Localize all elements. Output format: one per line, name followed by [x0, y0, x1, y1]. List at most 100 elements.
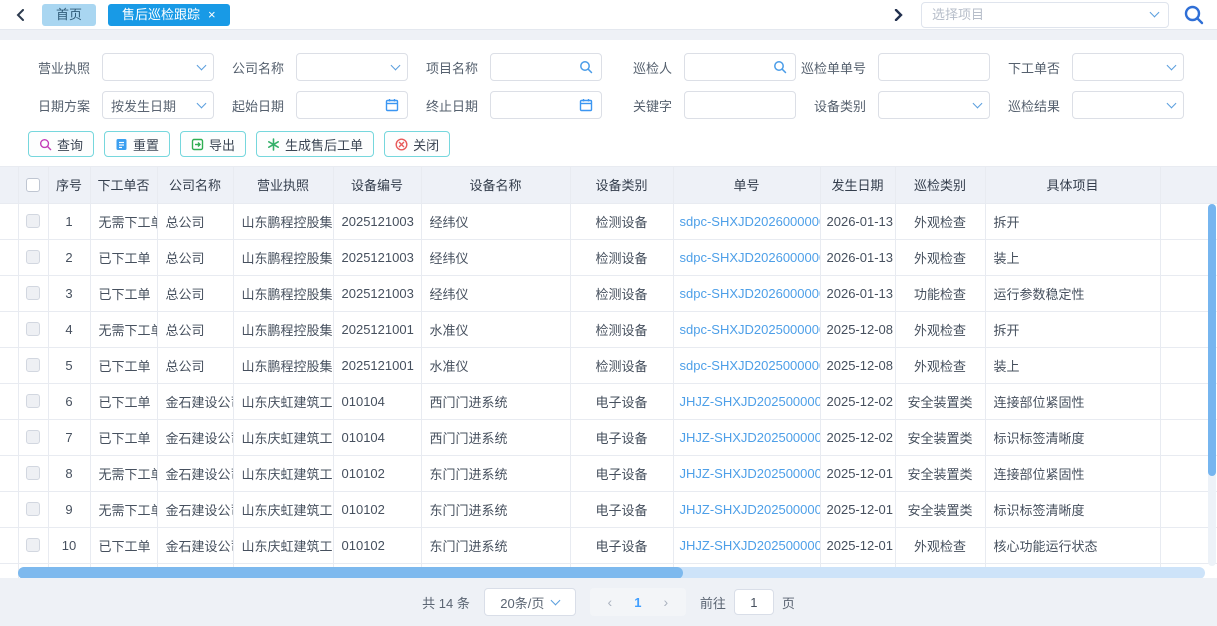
filter-input[interactable]	[499, 98, 575, 113]
generate-workorder-button[interactable]: 生成售后工单	[256, 131, 374, 157]
filter-input[interactable]	[111, 60, 194, 75]
text-field[interactable]	[878, 53, 990, 81]
row-checkbox[interactable]	[26, 538, 40, 552]
pagination-bar: 共 14 条 20条/页 ‹ 1 › 前往 页	[0, 578, 1217, 626]
global-search-icon[interactable]	[1183, 4, 1205, 26]
select-all-checkbox[interactable]	[26, 178, 40, 192]
order-number-link[interactable]: sdpc-SHXJD20250000003	[680, 358, 821, 373]
order-number-link[interactable]: sdpc-SHXJD20260000001	[680, 250, 821, 265]
order-number-link[interactable]: JHJZ-SHXJD20250000002	[680, 466, 821, 481]
date-field[interactable]	[296, 91, 408, 119]
table-cell: 装上	[985, 239, 1160, 275]
table-cell: 山东鹏程控股集团有	[233, 311, 333, 347]
order-number-link[interactable]: JHJZ-SHXJD20250000002	[680, 538, 821, 553]
table-cell: 无需下工单	[90, 311, 157, 347]
table-cell: 010102	[333, 491, 421, 527]
vertical-scrollbar[interactable]	[1208, 204, 1216, 566]
row-checkbox[interactable]	[26, 322, 40, 336]
row-checkbox[interactable]	[26, 358, 40, 372]
select-field[interactable]	[102, 91, 214, 119]
row-checkbox[interactable]	[26, 466, 40, 480]
filter-item: 巡检单单号	[796, 53, 990, 81]
filter-input[interactable]	[1081, 60, 1164, 75]
filter-input[interactable]	[499, 60, 575, 75]
filter-input[interactable]	[305, 98, 381, 113]
current-page-button[interactable]: 1	[624, 595, 652, 610]
filter-input[interactable]	[1081, 98, 1164, 113]
select-field[interactable]	[1072, 91, 1184, 119]
order-number-link[interactable]: JHJZ-SHXJD20250000003	[680, 394, 821, 409]
tab-home[interactable]: 首页	[42, 4, 96, 26]
search-field[interactable]	[684, 53, 796, 81]
filter-input[interactable]	[887, 60, 981, 75]
chevron-down-icon	[1168, 104, 1175, 107]
order-number-link[interactable]: sdpc-SHXJD20260000001	[680, 214, 821, 229]
table-cell: sdpc-SHXJD20260000001	[673, 239, 820, 275]
table-cell: 连接部位紧固性	[985, 455, 1160, 491]
order-number-link[interactable]: JHJZ-SHXJD20250000003	[680, 430, 821, 445]
filter-input[interactable]	[693, 98, 787, 113]
tabs-scroll-right-icon[interactable]	[889, 6, 907, 24]
table-cell: 010102	[333, 455, 421, 491]
filter-label: 起始日期	[214, 96, 284, 115]
gutter-cell	[0, 419, 18, 455]
select-field[interactable]	[1072, 53, 1184, 81]
column-header: 设备名称	[421, 167, 570, 203]
order-number-link[interactable]: sdpc-SHXJD20250000003	[680, 322, 821, 337]
close-button[interactable]: 关闭	[384, 131, 450, 157]
table-row: 6已下工单金石建设公司山东庆虹建筑工程有010104西门门进系统电子设备JHJZ…	[0, 383, 1217, 419]
chevron-down-icon	[1150, 8, 1160, 18]
row-checkbox[interactable]	[26, 250, 40, 264]
filter-input[interactable]	[693, 60, 769, 75]
button-label: 生成售后工单	[285, 135, 363, 154]
row-checkbox[interactable]	[26, 286, 40, 300]
horizontal-scrollbar[interactable]	[18, 567, 1205, 578]
project-select[interactable]	[921, 2, 1169, 28]
table-cell: 2025121001	[333, 347, 421, 383]
gutter-cell	[0, 275, 18, 311]
row-checkbox[interactable]	[26, 502, 40, 516]
row-checkbox[interactable]	[26, 394, 40, 408]
table-cell: 10	[48, 527, 90, 563]
next-page-button[interactable]: ›	[652, 594, 680, 610]
prev-page-button[interactable]: ‹	[596, 594, 624, 610]
table-cell: 电子设备	[570, 383, 673, 419]
gutter-column	[0, 167, 18, 203]
filter-input[interactable]	[887, 98, 970, 113]
filter-input[interactable]	[305, 60, 388, 75]
table-cell: 金石建设公司	[157, 527, 233, 563]
gutter-cell	[0, 203, 18, 239]
row-checkbox[interactable]	[26, 430, 40, 444]
gutter-cell	[0, 239, 18, 275]
page-size-select[interactable]: 20条/页	[484, 588, 576, 616]
export-icon	[191, 138, 204, 151]
filter-input[interactable]	[111, 98, 194, 113]
table-cell: 无需下工单	[90, 455, 157, 491]
text-field[interactable]	[684, 91, 796, 119]
table-cell: 西门门进系统	[421, 383, 570, 419]
search-field[interactable]	[490, 53, 602, 81]
order-number-link[interactable]: sdpc-SHXJD20260000001	[680, 286, 821, 301]
horizontal-scrollbar-thumb[interactable]	[18, 567, 683, 578]
select-field[interactable]	[102, 53, 214, 81]
project-select-input[interactable]	[932, 7, 1151, 22]
tabs-scroll-left-icon[interactable]	[12, 6, 30, 24]
select-field[interactable]	[296, 53, 408, 81]
table-cell: 东门门进系统	[421, 491, 570, 527]
date-field[interactable]	[490, 91, 602, 119]
total-count-label: 共 14 条	[422, 593, 470, 612]
export-button[interactable]: 导出	[180, 131, 246, 157]
reset-button[interactable]: 重置	[104, 131, 170, 157]
select-field[interactable]	[878, 91, 990, 119]
table-cell: 1	[48, 203, 90, 239]
tab-close-icon[interactable]: ×	[208, 9, 216, 21]
table-cell: 2025-12-01	[820, 455, 895, 491]
order-number-link[interactable]: JHJZ-SHXJD20250000002	[680, 502, 821, 517]
table-cell: 电子设备	[570, 455, 673, 491]
filter-label: 公司名称	[214, 58, 284, 77]
tab-after-sales-inspection[interactable]: 售后巡检跟踪 ×	[108, 4, 230, 26]
goto-page-input[interactable]	[734, 589, 774, 615]
query-button[interactable]: 查询	[28, 131, 94, 157]
vertical-scrollbar-thumb[interactable]	[1208, 204, 1216, 476]
row-checkbox[interactable]	[26, 214, 40, 228]
